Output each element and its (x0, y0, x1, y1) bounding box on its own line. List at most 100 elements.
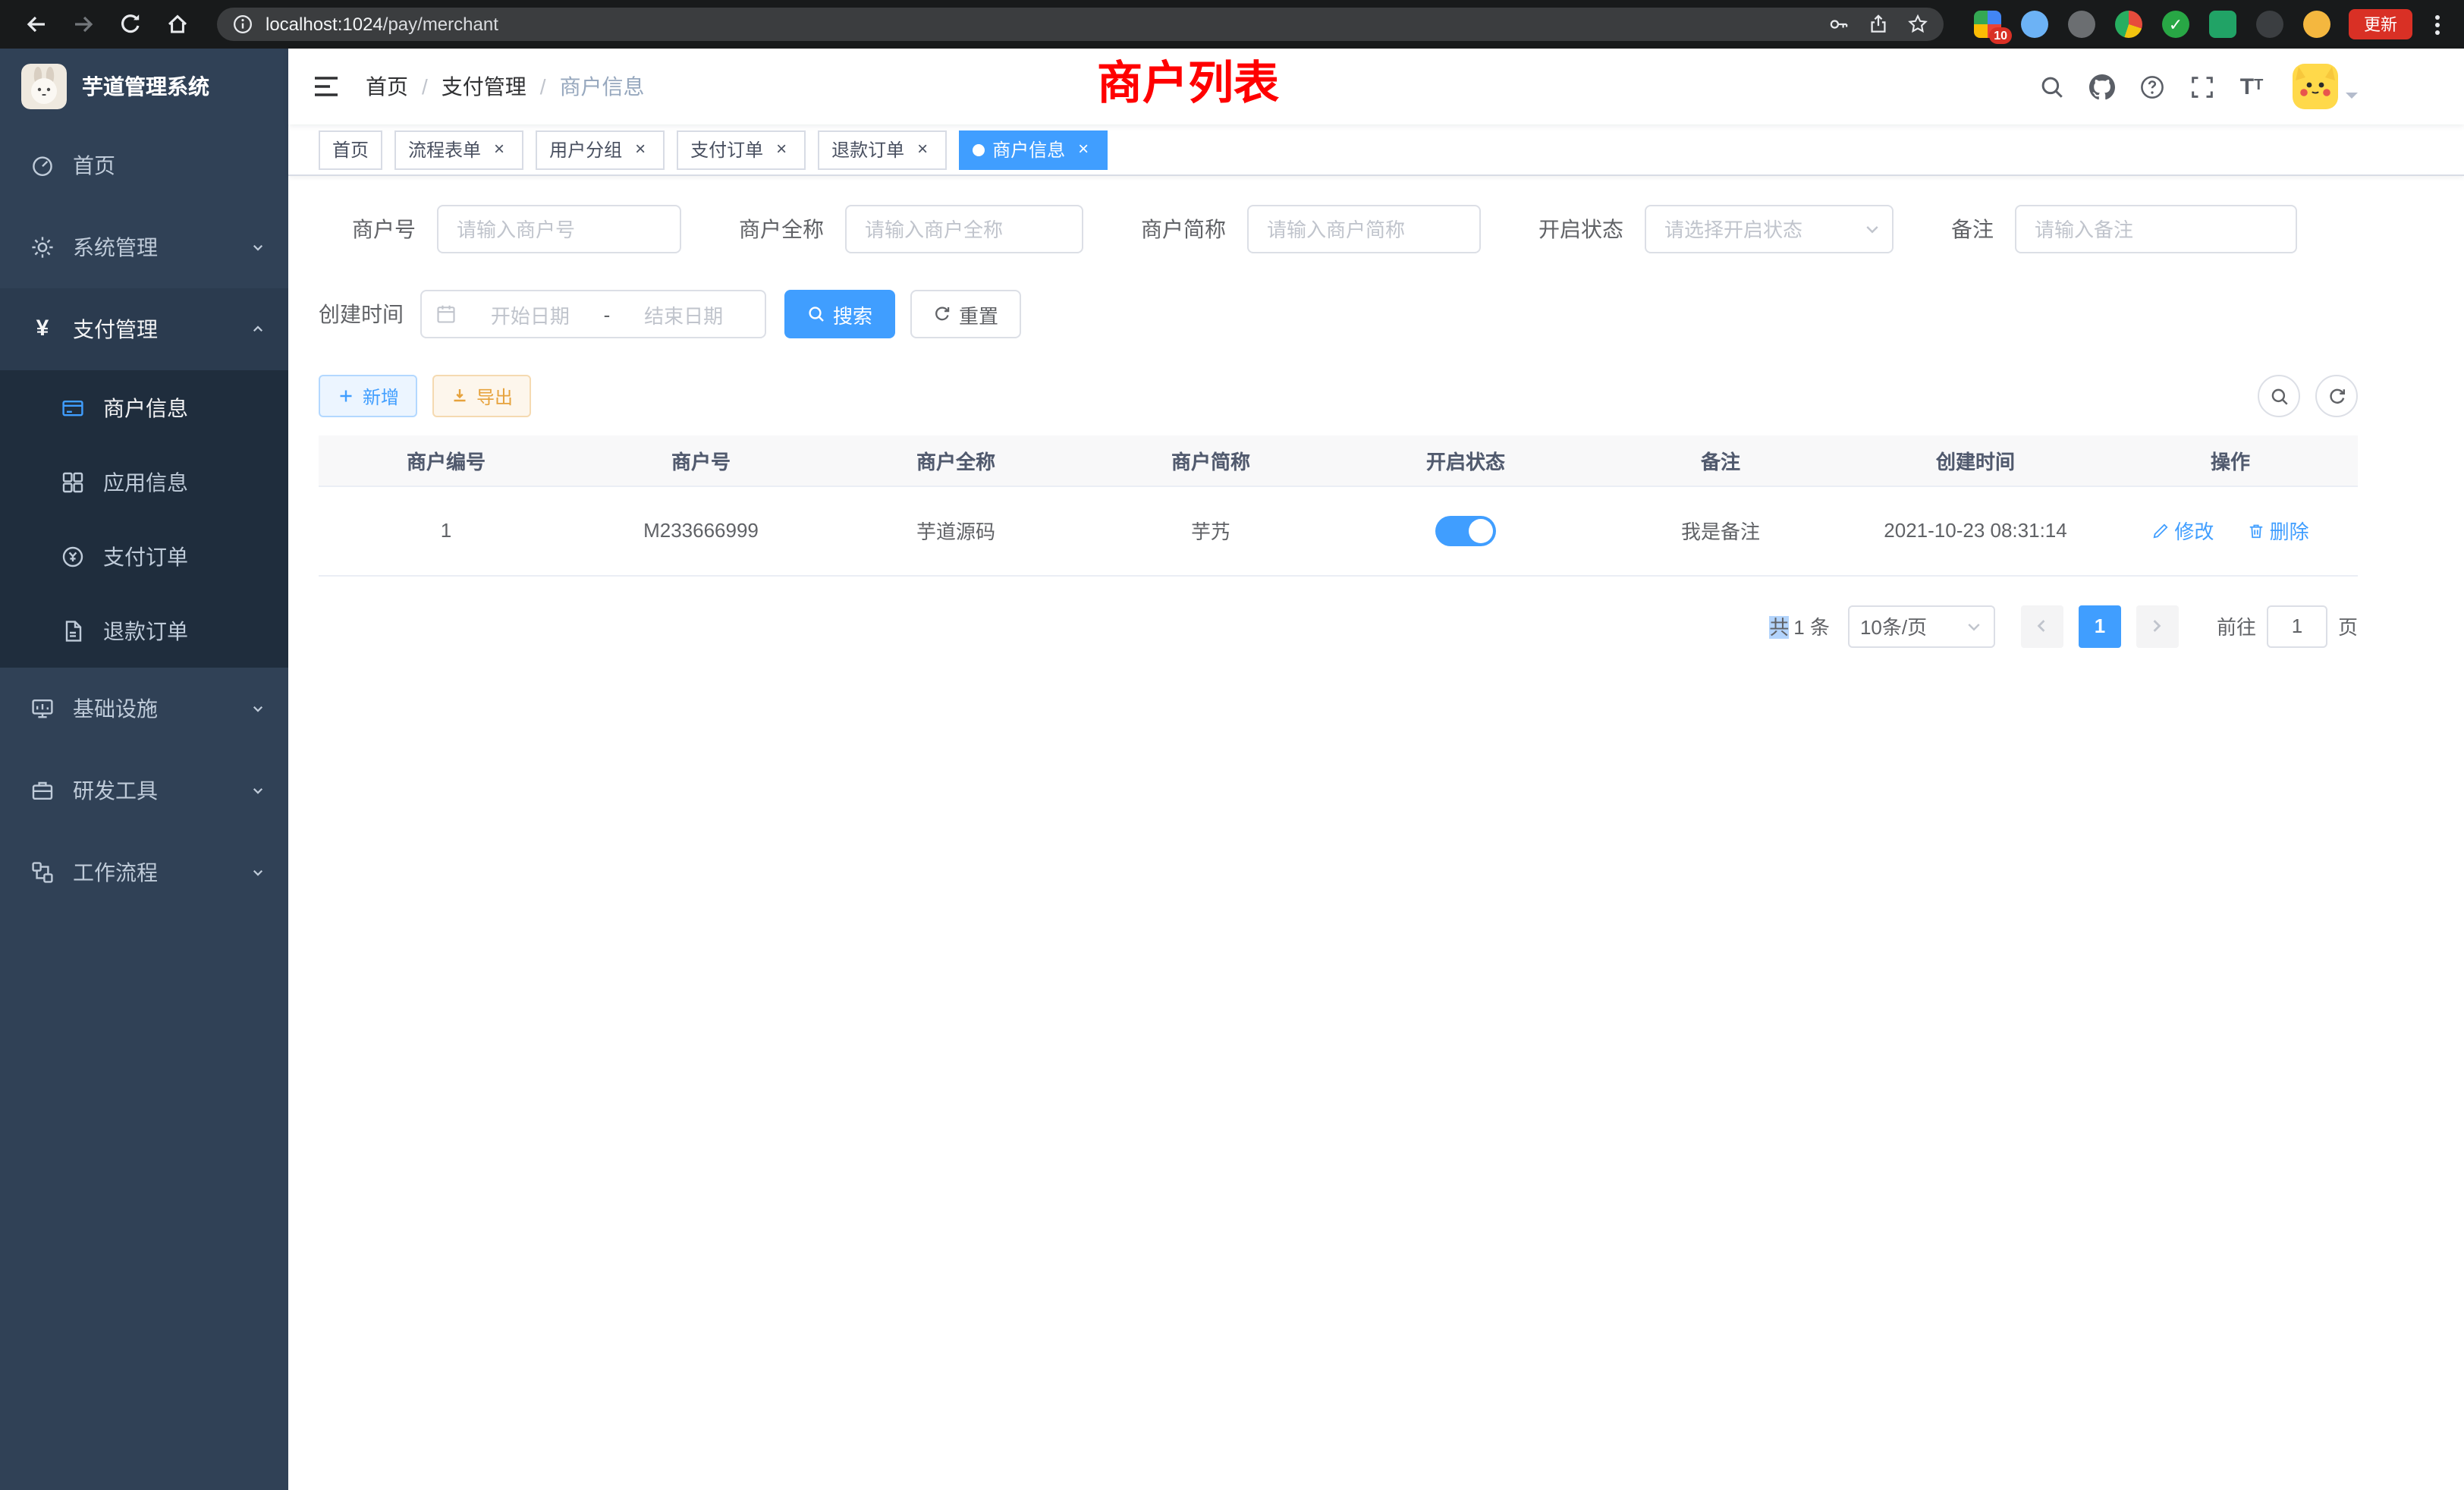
page-number-button[interactable]: 1 (2079, 605, 2121, 647)
sidebar-item-label: 退款订单 (103, 615, 188, 646)
back-icon[interactable] (24, 12, 49, 36)
refresh-icon[interactable] (2315, 375, 2358, 417)
export-button[interactable]: 导出 (432, 375, 531, 417)
sidebar-item-home[interactable]: 首页 (0, 124, 288, 206)
sidebar-item-pay-order[interactable]: 支付订单 (0, 519, 288, 593)
start-date-placeholder[interactable]: 开始日期 (463, 300, 598, 328)
page-size-select[interactable]: 10条/页 (1848, 605, 1995, 647)
chevron-down-icon (1965, 617, 1983, 635)
github-icon[interactable] (2083, 68, 2120, 105)
cell-short-name: 芋艿 (1083, 486, 1338, 575)
tab-user-group[interactable]: 用户分组 × (536, 130, 665, 169)
merchant-full-name-input[interactable] (845, 205, 1083, 253)
chevron-down-icon (1863, 220, 1881, 238)
breadcrumb-item[interactable]: 支付管理 (442, 71, 526, 102)
sidebar-item-label: 系统管理 (73, 232, 249, 262)
end-date-placeholder[interactable]: 结束日期 (616, 300, 751, 328)
tab-home[interactable]: 首页 (319, 130, 382, 169)
tab-pay-order[interactable]: 支付订单 × (677, 130, 806, 169)
fullscreen-icon[interactable] (2183, 68, 2220, 105)
password-key-icon[interactable] (1828, 14, 1850, 35)
reload-icon[interactable] (118, 12, 143, 36)
devtools-icon (30, 778, 55, 803)
site-info-icon[interactable] (232, 14, 253, 35)
col-full-name: 商户全称 (828, 435, 1083, 486)
search-icon[interactable] (2033, 68, 2070, 105)
extension-green-doc-icon[interactable] (2209, 11, 2236, 38)
sidebar-item-label: 首页 (73, 150, 267, 181)
delete-link[interactable]: 删除 (2247, 516, 2309, 545)
share-icon[interactable] (1868, 14, 1889, 35)
sidebar: 芋道管理系统 首页 系统管理 ¥ 支付管理 (0, 49, 288, 1490)
pagination-total: 共1 条 (1769, 611, 1830, 640)
edit-link[interactable]: 修改 (2151, 516, 2214, 545)
create-time-range-picker[interactable]: 开始日期 - 结束日期 (420, 290, 766, 338)
extension-dark-icon[interactable] (2256, 11, 2283, 38)
extension-blue-icon[interactable] (2021, 11, 2048, 38)
hamburger-icon[interactable] (311, 71, 341, 102)
app-title: 芋道管理系统 (82, 71, 209, 102)
profile-avatar-icon[interactable] (2303, 11, 2330, 38)
chrome-update-button[interactable]: 更新 (2349, 9, 2412, 39)
home-icon[interactable] (165, 12, 190, 36)
cell-merchant-no: M233666999 (574, 486, 828, 575)
url-path: /pay/merchant (383, 14, 498, 35)
col-created-at: 创建时间 (1848, 435, 2103, 486)
help-question-icon[interactable] (2133, 68, 2170, 105)
remark-input[interactable] (2015, 205, 2297, 253)
add-button[interactable]: 新增 (319, 375, 417, 417)
tab-merchant-info[interactable]: 商户信息 × (959, 130, 1108, 169)
close-icon[interactable]: × (771, 139, 792, 160)
sidebar-item-payment[interactable]: ¥ 支付管理 (0, 288, 288, 370)
merchant-no-input[interactable] (437, 205, 681, 253)
forward-icon[interactable] (71, 12, 96, 36)
sidebar-item-app-info[interactable]: 应用信息 (0, 445, 288, 519)
next-page-button[interactable] (2136, 605, 2179, 647)
reset-button[interactable]: 重置 (910, 290, 1021, 338)
caret-down-icon (2346, 93, 2358, 105)
user-menu[interactable] (2293, 64, 2358, 109)
status-select-input[interactable] (1645, 205, 1894, 253)
extension-multicolor-icon[interactable] (2115, 11, 2142, 38)
sidebar-item-infrastructure[interactable]: 基础设施 (0, 668, 288, 750)
tab-flow-form[interactable]: 流程表单 × (394, 130, 523, 169)
user-avatar[interactable] (2293, 64, 2338, 109)
sidebar-item-system[interactable]: 系统管理 (0, 206, 288, 288)
field-label: 商户简称 (1120, 214, 1226, 244)
page-content: 商户号 商户全称 商户简称 开启状态 (288, 176, 2464, 1490)
field-label: 商户全称 (718, 214, 824, 244)
close-icon[interactable]: × (630, 139, 651, 160)
form-item-short-name: 商户简称 (1120, 205, 1481, 253)
tab-label: 退款订单 (831, 137, 904, 162)
browser-menu-icon[interactable] (2425, 12, 2449, 36)
close-icon[interactable]: × (489, 139, 510, 160)
breadcrumb: 首页 / 支付管理 / 商户信息 (366, 71, 645, 102)
breadcrumb-item[interactable]: 首页 (366, 71, 408, 102)
search-button[interactable]: 搜索 (784, 290, 895, 338)
sidebar-item-devtools[interactable]: 研发工具 (0, 750, 288, 831)
extension-grid-icon[interactable]: 10 (1974, 11, 2001, 38)
sidebar-item-merchant-info[interactable]: 商户信息 (0, 370, 288, 445)
font-size-icon[interactable]: TT (2233, 68, 2270, 105)
status-select[interactable] (1645, 205, 1894, 253)
bookmark-star-icon[interactable] (1907, 14, 1928, 35)
sidebar-logo[interactable]: 芋道管理系统 (0, 49, 288, 124)
extension-gray-icon[interactable] (2068, 11, 2095, 38)
goto-page-input[interactable] (2267, 605, 2327, 647)
tab-refund-order[interactable]: 退款订单 × (818, 130, 947, 169)
field-label: 商户号 (319, 214, 416, 244)
browser-nav-buttons (15, 12, 199, 36)
url-bar[interactable]: localhost:1024/pay/merchant (217, 8, 1944, 41)
sidebar-item-refund-order[interactable]: 退款订单 (0, 593, 288, 668)
chevron-down-icon (249, 781, 267, 800)
toggle-search-icon[interactable] (2258, 375, 2300, 417)
extension-green-check-icon[interactable]: ✓ (2162, 11, 2189, 38)
close-icon[interactable]: × (1073, 139, 1094, 160)
close-icon[interactable]: × (912, 139, 933, 160)
prev-page-button[interactable] (2021, 605, 2063, 647)
col-merchant-no: 商户号 (574, 435, 828, 486)
status-toggle[interactable] (1435, 515, 1496, 545)
merchant-short-name-input[interactable] (1247, 205, 1481, 253)
search-form-row-2: 创建时间 开始日期 - 结束日期 搜索 (319, 290, 2358, 338)
sidebar-item-workflow[interactable]: 工作流程 (0, 831, 288, 913)
